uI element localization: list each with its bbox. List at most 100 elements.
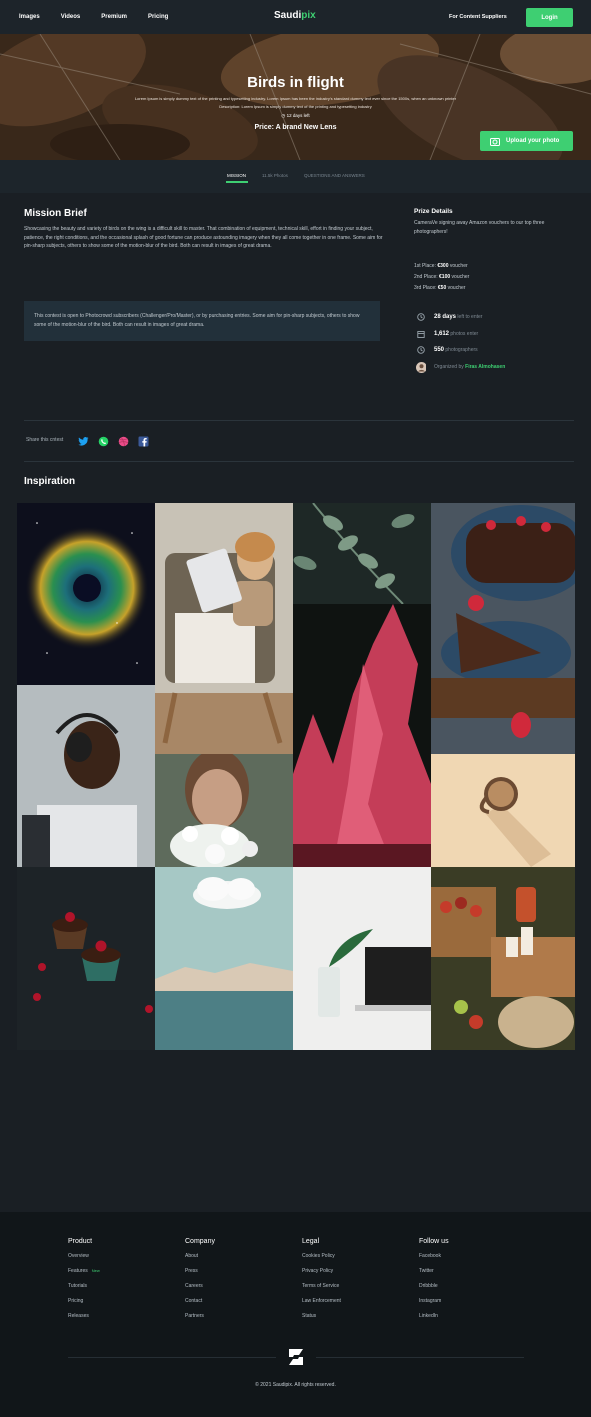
gallery-image-chocolate-cake[interactable] bbox=[431, 503, 575, 754]
gallery-image-red-trees[interactable] bbox=[293, 604, 431, 867]
camera-icon bbox=[490, 137, 500, 146]
tab-photos[interactable]: 11.5k Photos bbox=[262, 173, 288, 178]
prize-place-3: 3rd Place: €50 voucher bbox=[414, 285, 465, 291]
contest-description: Lorem Ipsum is simply dummy text of the … bbox=[134, 96, 457, 101]
footer-heading: Follow us bbox=[419, 1238, 449, 1245]
footer-link-law-enforcement[interactable]: Law Enforcement bbox=[302, 1298, 341, 1313]
prize-details-text: CameraVe signing away Amazon vouchers to… bbox=[414, 220, 545, 235]
stat-photographers: 550 photographers bbox=[416, 345, 478, 355]
divider bbox=[24, 461, 574, 462]
footer-link-dribbble[interactable]: Dribbble bbox=[419, 1283, 449, 1298]
eligibility-notice: This contest is open to Photocrowd subsc… bbox=[24, 301, 380, 341]
copyright: © 2021 Saudipix. All rights reserved. bbox=[255, 1382, 336, 1388]
footer-column-company: Company About Press Careers Contact Part… bbox=[185, 1238, 215, 1328]
footer-logo-icon[interactable] bbox=[286, 1347, 306, 1367]
stat-days-left: 28 days left to enter bbox=[416, 312, 482, 322]
mission-brief-heading: Mission Brief bbox=[24, 208, 87, 219]
footer-column-legal: Legal Cookies Policy Privacy Policy Term… bbox=[302, 1238, 341, 1328]
prize-place-1: 1st Place: €300 voucher bbox=[414, 263, 468, 269]
top-navbar: Images Videos Premium Pricing Saudipix F… bbox=[0, 0, 591, 34]
place-suffix: voucher bbox=[451, 274, 470, 280]
facebook-icon[interactable] bbox=[138, 436, 149, 447]
contest-description-short: Description: Lorem Ipsum is simply dummy… bbox=[219, 104, 372, 109]
gallery-image-child-with-tablet[interactable] bbox=[155, 503, 293, 754]
gallery-image-woman-with-flowers[interactable] bbox=[155, 754, 293, 867]
footer-heading: Company bbox=[185, 1238, 215, 1245]
prize-place-2: 2nd Place: €100 voucher bbox=[414, 274, 469, 280]
stat-label: left to enter bbox=[457, 314, 483, 320]
twitter-icon[interactable] bbox=[78, 436, 89, 447]
contest-hero: Birds in flight Lorem Ipsum is simply du… bbox=[0, 34, 591, 160]
tab-mission[interactable]: MISSION bbox=[227, 173, 246, 178]
organized-by-label: Organized by bbox=[434, 364, 464, 370]
footer-link-pricing[interactable]: Pricing bbox=[68, 1298, 100, 1313]
place-suffix: voucher bbox=[447, 285, 466, 291]
stat-label: photos enter bbox=[450, 331, 479, 337]
mission-brief-text: Showcasing the beauty and variety of bir… bbox=[24, 226, 383, 250]
footer-link-features[interactable]: Features New bbox=[68, 1268, 100, 1283]
footer-link-twitter[interactable]: Twitter bbox=[419, 1268, 449, 1283]
stat-value: 550 bbox=[434, 347, 445, 353]
place-suffix: voucher bbox=[449, 263, 468, 269]
place-amount: €100 bbox=[439, 274, 451, 280]
footer-link-partners[interactable]: Partners bbox=[185, 1313, 215, 1328]
calendar-icon bbox=[416, 329, 426, 339]
organizer: Organized by Firas Almohasen bbox=[416, 361, 505, 373]
footer-link-tutorials[interactable]: Tutorials bbox=[68, 1283, 100, 1298]
footer-link-cookies-policy[interactable]: Cookies Policy bbox=[302, 1253, 341, 1268]
gallery-image-laptop-and-plant[interactable] bbox=[293, 867, 431, 1050]
footer-link-status[interactable]: Status bbox=[302, 1313, 341, 1328]
clock-icon bbox=[416, 345, 426, 355]
new-badge: New bbox=[91, 1268, 100, 1273]
gallery-image-man-with-headphones[interactable] bbox=[17, 685, 155, 867]
footer-heading: Product bbox=[68, 1238, 93, 1245]
footer-link-label: Features bbox=[68, 1268, 88, 1274]
footer-link-linkedin[interactable]: LinkedIn bbox=[419, 1313, 449, 1328]
nav-link-images[interactable]: Images bbox=[19, 14, 40, 20]
stat-value: 1,612 bbox=[434, 331, 450, 337]
inspiration-gallery bbox=[17, 503, 575, 1050]
place-label: 3rd Place: bbox=[414, 285, 437, 291]
nav-link-videos[interactable]: Videos bbox=[61, 14, 81, 20]
footer-link-press[interactable]: Press bbox=[185, 1268, 215, 1283]
site-logo[interactable]: Saudipix bbox=[274, 10, 316, 21]
footer-link-releases[interactable]: Releases bbox=[68, 1313, 100, 1328]
footer-link-careers[interactable]: Careers bbox=[185, 1283, 215, 1298]
footer-link-overview[interactable]: Overview bbox=[68, 1253, 100, 1268]
nav-links: Images Videos Premium Pricing bbox=[19, 0, 189, 34]
footer-link-terms-of-service[interactable]: Terms of Service bbox=[302, 1283, 341, 1298]
stat-label: photographers bbox=[445, 347, 478, 353]
contest-prize: Price: A brand New Lens bbox=[254, 124, 337, 131]
footer-link-instagram[interactable]: Instagram bbox=[419, 1298, 449, 1313]
content-suppliers-link[interactable]: For Content Suppliers bbox=[449, 14, 507, 20]
divider bbox=[24, 420, 574, 421]
active-tab-indicator bbox=[226, 181, 248, 183]
logo-accent-text: pix bbox=[301, 10, 316, 21]
dribbble-icon[interactable] bbox=[118, 436, 129, 447]
footer-heading: Legal bbox=[302, 1238, 320, 1245]
contest-tabs: MISSION 11.5k Photos QUESTIONS AND ANSWE… bbox=[0, 160, 591, 193]
login-button[interactable]: Login bbox=[526, 8, 573, 27]
footer-link-privacy-policy[interactable]: Privacy Policy bbox=[302, 1268, 341, 1283]
avatar[interactable] bbox=[416, 361, 426, 373]
gallery-image-eucalyptus-leaves[interactable] bbox=[293, 503, 431, 604]
gallery-image-cupcakes-with-cherries[interactable] bbox=[17, 867, 155, 1050]
tab-questions-and-answers[interactable]: QUESTIONS AND ANSWERS bbox=[304, 173, 365, 178]
nav-link-pricing[interactable]: Pricing bbox=[148, 14, 168, 20]
footer-link-contact[interactable]: Contact bbox=[185, 1298, 215, 1313]
footer-link-about[interactable]: About bbox=[185, 1253, 215, 1268]
footer-link-facebook[interactable]: Facebook bbox=[419, 1253, 449, 1268]
whatsapp-icon[interactable] bbox=[98, 436, 109, 447]
upload-photo-button[interactable]: Upload your photo bbox=[480, 131, 573, 151]
organizer-link[interactable]: Firas Almohasen bbox=[465, 364, 505, 370]
stat-photos-entered: 1,612 photos enter bbox=[416, 329, 478, 339]
nav-link-premium[interactable]: Premium bbox=[101, 14, 127, 20]
footer-column-follow-us: Follow us Facebook Twitter Dribbble Inst… bbox=[419, 1238, 449, 1328]
gallery-image-nebula[interactable] bbox=[17, 503, 155, 685]
gallery-image-sea-and-cloud[interactable] bbox=[155, 867, 293, 1050]
footer-divider bbox=[68, 1357, 276, 1358]
gallery-image-picnic-basket[interactable] bbox=[431, 867, 575, 1050]
contest-title: Birds in flight bbox=[247, 74, 344, 91]
gallery-image-coffee-cup[interactable] bbox=[431, 754, 575, 867]
place-amount: €300 bbox=[437, 263, 449, 269]
